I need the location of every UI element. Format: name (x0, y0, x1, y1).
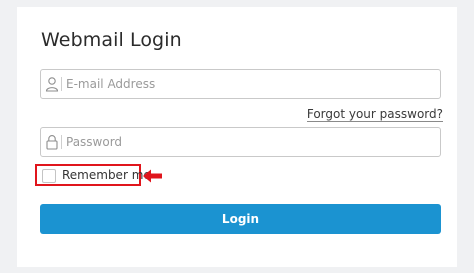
field-divider (61, 77, 62, 91)
user-icon (45, 76, 59, 92)
lock-icon (45, 134, 59, 150)
password-field[interactable] (40, 127, 441, 157)
login-card: Webmail Login Forgot your password? Reme… (17, 7, 457, 267)
page-title: Webmail Login (41, 29, 182, 51)
email-input[interactable] (66, 70, 426, 98)
red-outline-box: Remember me (35, 164, 151, 186)
remember-me-checkbox[interactable] (42, 169, 56, 183)
email-field[interactable] (40, 69, 441, 99)
red-arrow-left-icon (143, 168, 163, 183)
remember-me-label: Remember me (62, 168, 151, 182)
forgot-password-link[interactable]: Forgot your password? (306, 108, 443, 122)
field-divider (61, 135, 62, 149)
login-button[interactable]: Login (40, 204, 441, 234)
password-input[interactable] (66, 128, 426, 156)
